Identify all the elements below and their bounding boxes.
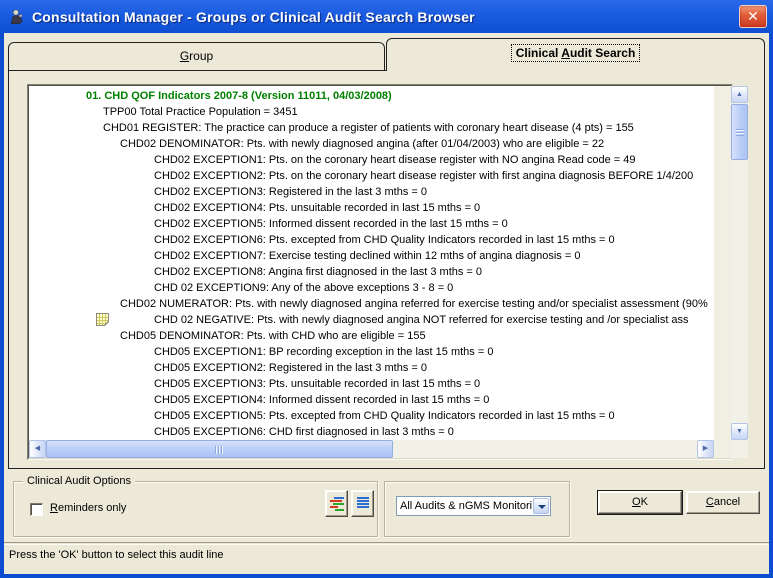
tree-row[interactable]: CHD05 EXCEPTION2: Registered in the last… — [29, 360, 714, 376]
tree-row-text: CHD02 EXCEPTION2: Pts. on the coronary h… — [154, 170, 693, 182]
tab-group-label: Group — [180, 49, 213, 63]
audit-filter-group: All Audits & nGMS Monitoring — [384, 481, 570, 537]
tree-row-text: CHD 02 EXCEPTION9: Any of the above exce… — [154, 282, 453, 294]
tree-row-text: CHD05 EXCEPTION1: BP recording exception… — [154, 346, 493, 358]
cancel-button[interactable]: Cancel — [686, 491, 760, 514]
dialog-window: Consultation Manager - Groups or Clinica… — [0, 0, 773, 578]
note-fold-icon — [105, 322, 109, 326]
horizontal-scrollbar[interactable]: ◀ ▶ — [29, 440, 714, 458]
tree-row-text: CHD05 EXCEPTION5: Pts. excepted from CHD… — [154, 410, 615, 422]
tree-row-text: CHD05 EXCEPTION2: Registered in the last… — [154, 362, 427, 374]
tree-row-text: CHD05 DENOMINATOR: Pts. with CHD who are… — [120, 330, 426, 342]
tree-row-text: CHD 02 NEGATIVE: Pts. with newly diagnos… — [154, 314, 689, 326]
tree-row-text: CHD05 EXCEPTION3: Pts. unsuitable record… — [154, 378, 480, 390]
tree-row-text: CHD02 EXCEPTION7: Exercise testing decli… — [154, 250, 580, 262]
vertical-scrollbar[interactable]: ▲ ▼ — [731, 86, 748, 440]
scrollbar-corner — [731, 440, 748, 458]
horizontal-scroll-thumb[interactable] — [46, 440, 393, 458]
window-title: Consultation Manager - Groups or Clinica… — [32, 9, 739, 25]
tree-row-text: CHD05 EXCEPTION4: Informed dissent recor… — [154, 394, 489, 406]
tab-group[interactable]: Group — [8, 42, 385, 71]
tree-row[interactable]: CHD02 NUMERATOR: Pts. with newly diagnos… — [29, 296, 714, 312]
vertical-scroll-thumb[interactable] — [731, 104, 748, 160]
tree-row[interactable]: CHD 02 NEGATIVE: Pts. with newly diagnos… — [29, 312, 714, 328]
reminders-only-label[interactable]: Reminders only — [50, 502, 126, 514]
audit-view-list-button[interactable] — [351, 490, 374, 517]
tree-row[interactable]: CHD05 EXCEPTION1: BP recording exception… — [29, 344, 714, 360]
audit-listbox-inner: 01. CHD QOF Indicators 2007-8 (Version 1… — [28, 85, 732, 459]
tree-row[interactable]: CHD05 DENOMINATOR: Pts. with CHD who are… — [29, 328, 714, 344]
tree-row[interactable]: CHD02 EXCEPTION6: Pts. excepted from CHD… — [29, 232, 714, 248]
scroll-right-button[interactable]: ▶ — [697, 440, 714, 458]
reminders-only-checkbox[interactable] — [30, 503, 43, 516]
app-icon — [8, 8, 26, 26]
tree-row[interactable]: CHD02 EXCEPTION7: Exercise testing decli… — [29, 248, 714, 264]
titlebar: Consultation Manager - Groups or Clinica… — [0, 0, 773, 33]
tree-row-text: CHD02 EXCEPTION5: Informed dissent recor… — [154, 218, 508, 230]
tree-row[interactable]: CHD02 EXCEPTION8: Angina first diagnosed… — [29, 264, 714, 280]
tree-row-text: 01. CHD QOF Indicators 2007-8 (Version 1… — [86, 90, 392, 102]
tree-row-text: CHD01 REGISTER: The practice can produce… — [103, 122, 634, 134]
tree-row[interactable]: CHD02 EXCEPTION3: Registered in the last… — [29, 184, 714, 200]
thumb-grip-icon — [215, 446, 224, 454]
tree-row-text: CHD02 EXCEPTION6: Pts. excepted from CHD… — [154, 234, 615, 246]
tree-row[interactable]: CHD 02 EXCEPTION9: Any of the above exce… — [29, 280, 714, 296]
tree-row[interactable]: 01. CHD QOF Indicators 2007-8 (Version 1… — [29, 88, 714, 104]
tree-row[interactable]: CHD05 EXCEPTION5: Pts. excepted from CHD… — [29, 408, 714, 424]
tree-row[interactable]: CHD02 EXCEPTION1: Pts. on the coronary h… — [29, 152, 714, 168]
thumb-grip-icon — [736, 129, 744, 136]
tree-row[interactable]: CHD01 REGISTER: The practice can produce… — [29, 120, 714, 136]
tree-row[interactable]: CHD05 EXCEPTION3: Pts. unsuitable record… — [29, 376, 714, 392]
ok-button[interactable]: OK — [598, 491, 682, 514]
scroll-up-button[interactable]: ▲ — [731, 86, 748, 103]
tree-row[interactable]: CHD02 EXCEPTION5: Informed dissent recor… — [29, 216, 714, 232]
dialog-client: Group Clinical Audit Search 01. CHD QOF … — [4, 33, 769, 574]
tree-row-text: TPP00 Total Practice Population = 3451 — [103, 106, 298, 118]
tree-row[interactable]: CHD02 EXCEPTION4: Pts. unsuitable record… — [29, 200, 714, 216]
note-icon — [96, 313, 109, 326]
tree-row[interactable]: CHD05 EXCEPTION6: CHD first diagnosed in… — [29, 424, 714, 440]
tab-clinical-label: Clinical Audit Search — [512, 45, 640, 61]
scroll-down-button[interactable]: ▼ — [731, 423, 748, 440]
tree-row[interactable]: TPP00 Total Practice Population = 3451 — [29, 104, 714, 120]
audit-view-colored-button[interactable] — [325, 490, 348, 517]
tree-row-text: CHD02 EXCEPTION8: Angina first diagnosed… — [154, 266, 482, 278]
tree-row-text: CHD02 DENOMINATOR: Pts. with newly diagn… — [120, 138, 604, 150]
audit-filter-dropdown[interactable]: All Audits & nGMS Monitoring — [396, 496, 551, 516]
statusbar-divider — [4, 542, 769, 544]
tree-row[interactable]: CHD05 EXCEPTION4: Informed dissent recor… — [29, 392, 714, 408]
tree-row[interactable]: CHD02 EXCEPTION2: Pts. on the coronary h… — [29, 168, 714, 184]
audit-filter-value: All Audits & nGMS Monitoring — [400, 499, 532, 514]
audit-tree: 01. CHD QOF Indicators 2007-8 (Version 1… — [29, 86, 714, 440]
tab-clinical-audit-search[interactable]: Clinical Audit Search — [386, 38, 765, 71]
tree-row-text: CHD02 EXCEPTION4: Pts. unsuitable record… — [154, 202, 480, 214]
audit-listbox: 01. CHD QOF Indicators 2007-8 (Version 1… — [27, 84, 733, 460]
tree-row-text: CHD02 NUMERATOR: Pts. with newly diagnos… — [120, 298, 708, 310]
close-button[interactable]: ✕ — [739, 5, 767, 28]
clinical-audit-options-group: Clinical Audit Options Reminders only — [13, 481, 378, 537]
chevron-down-icon[interactable] — [533, 498, 549, 514]
statusbar-text: Press the 'OK' button to select this aud… — [9, 549, 224, 561]
tree-row[interactable]: CHD02 DENOMINATOR: Pts. with newly diagn… — [29, 136, 714, 152]
tree-row-text: CHD02 EXCEPTION3: Registered in the last… — [154, 186, 427, 198]
scroll-left-button[interactable]: ◀ — [29, 440, 46, 458]
tree-row-text: CHD05 EXCEPTION6: CHD first diagnosed in… — [154, 426, 454, 438]
tab-page: 01. CHD QOF Indicators 2007-8 (Version 1… — [8, 70, 765, 469]
group-title: Clinical Audit Options — [23, 474, 135, 488]
tree-row-text: CHD02 EXCEPTION1: Pts. on the coronary h… — [154, 154, 636, 166]
